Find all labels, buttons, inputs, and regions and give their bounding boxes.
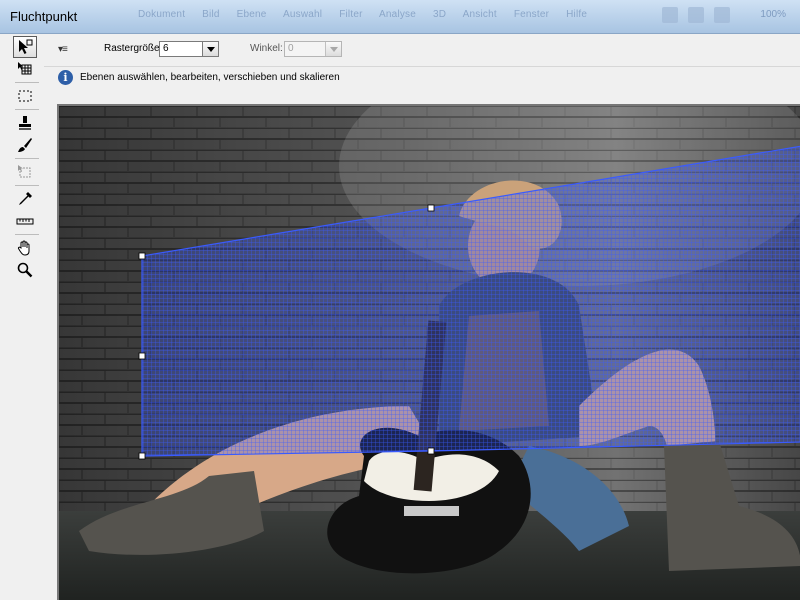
plane-edge-handle[interactable] bbox=[427, 204, 435, 212]
chevron-down-icon[interactable] bbox=[202, 42, 218, 56]
title-bar: Fluchtpunkt Dokument Bild Ebene Auswahl … bbox=[0, 0, 800, 34]
options-menu-icon[interactable]: ▾≡ bbox=[58, 44, 68, 55]
edit-plane-tool[interactable] bbox=[13, 36, 37, 58]
eyedropper-tool[interactable] bbox=[13, 188, 37, 210]
canvas-area[interactable] bbox=[57, 104, 800, 600]
info-icon: i bbox=[58, 70, 73, 85]
marquee-tool-icon bbox=[18, 90, 32, 102]
plane-edge-handle[interactable] bbox=[427, 447, 435, 455]
angle-value[interactable]: 0 bbox=[288, 43, 294, 54]
brush-tool[interactable] bbox=[13, 134, 37, 156]
zoom-tool-icon bbox=[17, 262, 33, 278]
background-menu-item: Dokument bbox=[138, 9, 186, 20]
tool-separator bbox=[15, 82, 39, 83]
background-menu-item: Hilfe bbox=[566, 9, 588, 20]
tool-separator bbox=[15, 234, 39, 235]
background-menu-item: 3D bbox=[433, 9, 447, 20]
create-plane-tool[interactable] bbox=[13, 58, 37, 80]
grid-size-combo[interactable]: 6 bbox=[159, 41, 219, 57]
eyedropper-tool-icon bbox=[19, 192, 32, 205]
hand-tool-icon bbox=[17, 240, 30, 256]
background-menu-item: Ansicht bbox=[462, 9, 497, 20]
plane-corner-handle[interactable] bbox=[138, 452, 146, 460]
create-plane-tool-icon bbox=[18, 62, 32, 75]
info-bar: i Ebenen auswählen, bearbeiten, verschie… bbox=[44, 67, 800, 89]
photo-canvas[interactable] bbox=[59, 106, 800, 600]
screen-icon bbox=[714, 7, 730, 23]
background-menu-bar: Dokument Bild Ebene Auswahl Filter Analy… bbox=[138, 9, 601, 20]
transform-tool[interactable] bbox=[13, 161, 37, 183]
plane-edge-handle[interactable] bbox=[138, 352, 146, 360]
edit-plane-tool-icon bbox=[19, 39, 33, 54]
tool-separator bbox=[15, 185, 39, 186]
stamp-tool-icon bbox=[19, 116, 31, 130]
grid-icon bbox=[662, 7, 678, 23]
layout-icon bbox=[688, 7, 704, 23]
grid-size-value[interactable]: 6 bbox=[163, 43, 169, 54]
background-icons bbox=[662, 7, 730, 23]
stamp-tool[interactable] bbox=[13, 112, 37, 134]
grid-size-label: Rastergröße: bbox=[104, 43, 163, 54]
plane-corner-handle[interactable] bbox=[138, 252, 146, 260]
background-menu-item: Bild bbox=[202, 9, 220, 20]
window-title: Fluchtpunkt bbox=[10, 9, 78, 24]
brush-tool-icon bbox=[18, 138, 32, 152]
background-menu-item: Auswahl bbox=[283, 9, 323, 20]
chevron-down-icon[interactable] bbox=[325, 42, 341, 56]
marquee-tool[interactable] bbox=[13, 85, 37, 107]
angle-combo[interactable]: 0 bbox=[284, 41, 342, 57]
options-bar: ▾≡ Rastergröße: 6 Winkel: 0 bbox=[44, 34, 800, 67]
measure-tool-icon bbox=[16, 218, 34, 225]
hand-tool[interactable] bbox=[13, 237, 37, 259]
zoom-tool[interactable] bbox=[13, 259, 37, 281]
background-menu-item: Filter bbox=[339, 9, 363, 20]
tool-palette bbox=[0, 34, 44, 600]
measure-tool[interactable] bbox=[13, 210, 37, 232]
transform-tool-icon bbox=[18, 165, 31, 178]
background-menu-item: Fenster bbox=[513, 9, 550, 20]
background-menu-item: Analyse bbox=[379, 9, 417, 20]
angle-label: Winkel: bbox=[250, 43, 283, 54]
background-zoom: 100% bbox=[760, 9, 786, 20]
background-menu-item: Ebene bbox=[236, 9, 267, 20]
tool-separator bbox=[15, 158, 39, 159]
info-text: Ebenen auswählen, bearbeiten, verschiebe… bbox=[80, 72, 340, 83]
tool-separator bbox=[15, 109, 39, 110]
